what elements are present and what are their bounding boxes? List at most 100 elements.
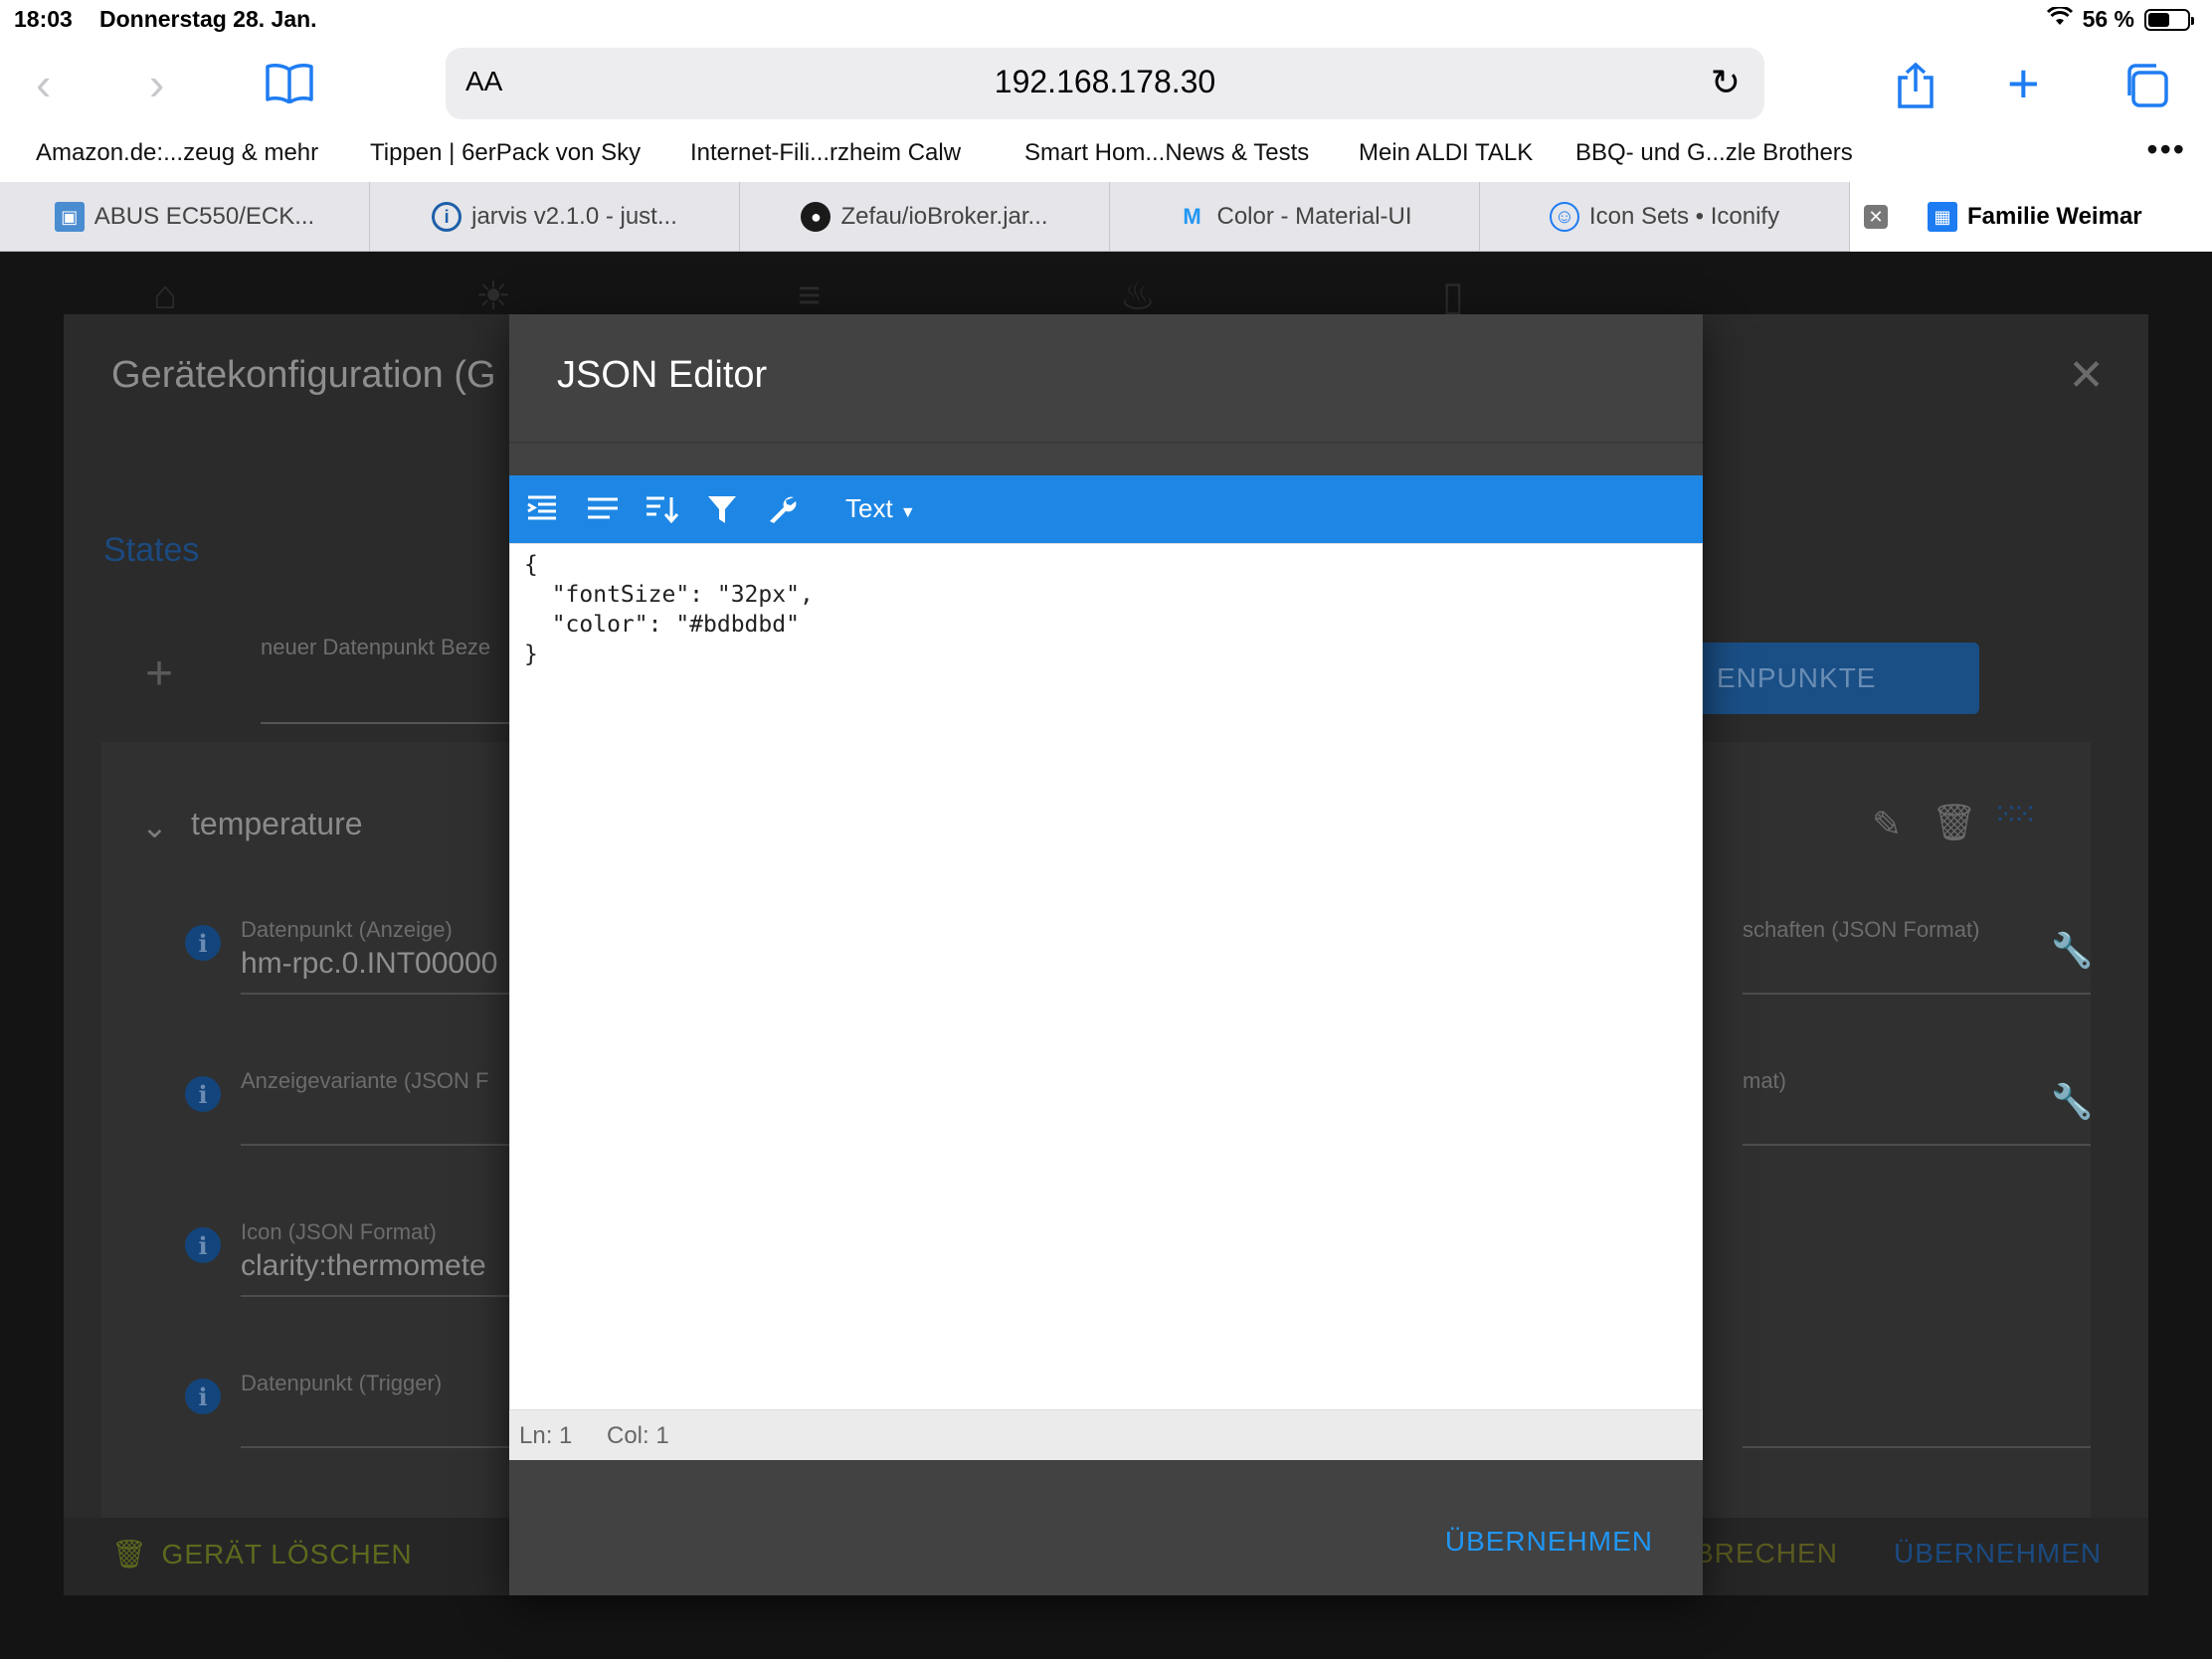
json-editor-dialog: JSON Editor Text ▼ { "fontSize": "32px",…	[509, 314, 1703, 1595]
delete-device-label: GERÄT LÖSCHEN	[161, 1538, 413, 1569]
line-status: Ln: 1	[519, 1422, 573, 1449]
repair-icon[interactable]	[758, 485, 806, 533]
browser-toolbar: ‹ › AA 192.168.178.30 ↻ +	[0, 40, 2212, 127]
wrench-icon[interactable]: 🔧	[2051, 931, 2093, 971]
tab-strip: ▣ ABUS EC550/ECK... i jarvis v2.1.0 - ju…	[0, 182, 2212, 252]
edit-icon[interactable]: ✎	[1872, 804, 1902, 845]
compact-icon[interactable]	[579, 485, 627, 533]
sort-icon[interactable]	[639, 485, 686, 533]
apply-button[interactable]: ÜBERNEHMEN	[1445, 1526, 1653, 1558]
field-label: schaften (JSON Format)	[1743, 917, 1980, 942]
field-label: Icon (JSON Format)	[241, 1219, 437, 1244]
field-label: mat)	[1743, 1068, 1786, 1093]
mode-label: Text	[845, 493, 893, 523]
back-icon[interactable]: ‹	[36, 40, 51, 127]
browser-tab[interactable]: ▣ ABUS EC550/ECK...	[0, 182, 370, 252]
close-icon[interactable]: ✕	[2068, 350, 2105, 401]
dialog-title: Gerätekonfiguration (G	[111, 354, 496, 396]
status-time: 18:03	[14, 6, 73, 32]
status-bar: 18:03 Donnerstag 28. Jan. 56 %	[0, 0, 2212, 40]
editor-menu-bar: Text ▼	[509, 475, 1703, 543]
field-label: Datenpunkt (Anzeige)	[241, 917, 453, 942]
delete-device-button[interactable]: 🗑 GERÄT LÖSCHEN	[111, 1538, 413, 1570]
field-underline[interactable]	[1743, 1446, 2091, 1448]
more-icon[interactable]: •••	[2146, 131, 2186, 168]
field-underline[interactable]	[1743, 993, 2091, 995]
trash-icon: 🗑	[111, 1539, 148, 1569]
info-icon[interactable]: i	[185, 1227, 221, 1263]
tab-label: Familie Weimar	[1967, 203, 2142, 230]
dialog-title: JSON Editor	[557, 354, 768, 396]
battery-percentage: 56 %	[2082, 6, 2134, 32]
format-icon[interactable]	[519, 485, 567, 533]
favorite-link[interactable]: Mein ALDI TALK	[1359, 139, 1533, 167]
caret-down-icon: ▼	[899, 504, 916, 521]
json-content[interactable]: { "fontSize": "32px", "color": "#bdbdbd"…	[524, 550, 814, 669]
favorite-link[interactable]: BBQ- und G...zle Brothers	[1575, 139, 1853, 167]
dialog-footer: ÜBERNEHMEN	[509, 1490, 1703, 1595]
wrench-icon[interactable]: 🔧	[2051, 1082, 2093, 1122]
home-icon[interactable]: ⌂	[153, 274, 177, 318]
favorite-link[interactable]: Tippen | 6erPack von Sky	[370, 139, 641, 167]
favicon-icon: ▣	[54, 202, 85, 232]
tab-label: ABUS EC550/ECK...	[93, 203, 315, 230]
battery-icon	[2144, 8, 2194, 31]
wifi-icon	[2046, 5, 2073, 33]
browser-tab[interactable]: ☺ Icon Sets • Iconify	[1480, 182, 1850, 252]
field-underline[interactable]	[1743, 1144, 2091, 1146]
new-tab-icon[interactable]: +	[2007, 40, 2040, 127]
browser-tab-active[interactable]: ✕ ▦ Familie Weimar	[1850, 182, 2212, 252]
add-icon[interactable]: +	[145, 646, 173, 701]
favicon-icon: ▦	[1928, 202, 1957, 232]
info-icon[interactable]: i	[185, 925, 221, 961]
info-icon[interactable]: i	[185, 1076, 221, 1112]
reload-icon[interactable]: ↻	[1711, 62, 1741, 103]
apply-button[interactable]: ÜBERNEHMEN	[1894, 1538, 2102, 1569]
state-title: temperature	[191, 806, 363, 841]
share-icon[interactable]	[1894, 62, 1937, 114]
cancel-button[interactable]: BRECHEN	[1695, 1538, 1838, 1569]
forward-icon[interactable]: ›	[149, 40, 164, 127]
smiley-icon: ☺	[1549, 202, 1579, 232]
column-status: Col: 1	[607, 1422, 669, 1449]
field-label: Anzeigevariante (JSON F	[241, 1068, 489, 1093]
delete-icon[interactable]: 🗑	[1932, 802, 1977, 843]
github-icon: ●	[801, 202, 831, 232]
tab-label: Icon Sets • Iconify	[1588, 203, 1780, 230]
editor-status-bar: Ln: 1 Col: 1	[509, 1410, 1703, 1460]
info-icon[interactable]: i	[185, 1379, 221, 1414]
favorite-link[interactable]: Amazon.de:...zeug & mehr	[36, 139, 318, 167]
divider	[509, 442, 1703, 444]
web-page: ⌂ ☀ ≡ ♨ ▯ Gerätekonfiguration (G ✕ State…	[0, 252, 2212, 1659]
material-ui-icon: M	[1183, 204, 1201, 229]
favicon-icon: i	[432, 202, 462, 232]
tab-overview-icon[interactable]	[2122, 62, 2170, 114]
browser-tab[interactable]: i jarvis v2.1.0 - just...	[370, 182, 740, 252]
json-text-editor[interactable]: { "fontSize": "32px", "color": "#bdbdbd"…	[509, 543, 1703, 1410]
add-datapoints-button[interactable]: ENPUNKTE	[1675, 643, 1979, 714]
favorite-link[interactable]: Smart Hom...News & Tests	[1024, 139, 1309, 167]
drag-handle-icon[interactable]: ⁙⁙	[1993, 798, 2037, 832]
new-datapoint-label: neuer Datenpunkt Beze	[261, 635, 491, 659]
field-value[interactable]: clarity:thermomete	[241, 1249, 486, 1283]
blinds-icon[interactable]: ≡	[798, 274, 821, 318]
tab-label: Zefau/ioBroker.jar...	[840, 203, 1048, 230]
bookmarks-icon[interactable]	[265, 62, 314, 108]
mode-select[interactable]: Text ▼	[845, 493, 916, 524]
field-label: Datenpunkt (Trigger)	[241, 1371, 443, 1395]
browser-tab[interactable]: ● Zefau/ioBroker.jar...	[740, 182, 1110, 252]
heating-icon[interactable]: ♨	[1120, 274, 1156, 319]
filter-icon[interactable]	[698, 485, 746, 533]
chevron-down-icon[interactable]: ⌄	[141, 808, 168, 845]
tab-states[interactable]: States	[103, 531, 199, 570]
light-icon[interactable]: ☀	[475, 274, 511, 319]
field-value[interactable]: hm-rpc.0.INT00000	[241, 947, 497, 981]
favorite-link[interactable]: Internet-Fili...rzheim Calw	[690, 139, 961, 167]
close-tab-icon[interactable]: ✕	[1864, 205, 1888, 229]
tab-label: Color - Material-UI	[1216, 203, 1412, 230]
address-bar[interactable]: AA 192.168.178.30 ↻	[446, 48, 1764, 119]
battery-level	[2148, 12, 2169, 27]
url-text[interactable]: 192.168.178.30	[446, 64, 1764, 100]
device-icon[interactable]: ▯	[1442, 274, 1464, 319]
browser-tab[interactable]: M Color - Material-UI	[1110, 182, 1480, 252]
